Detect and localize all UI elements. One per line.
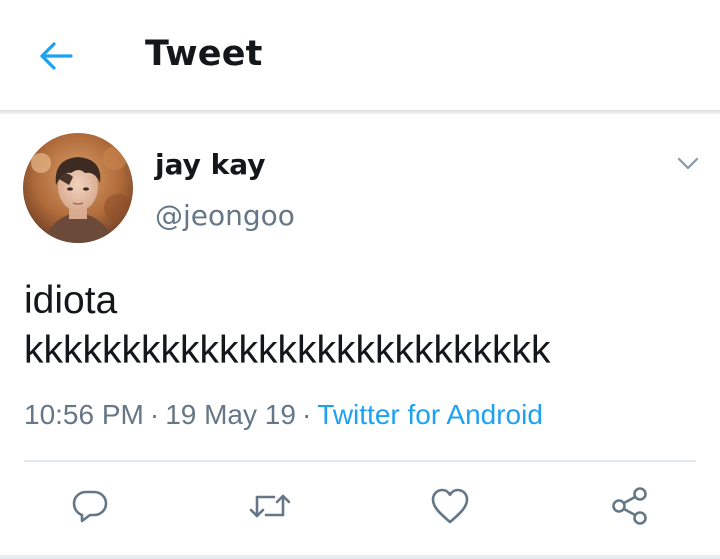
- retweet-icon: [248, 486, 292, 530]
- meta-separator: ·: [149, 399, 160, 430]
- reply-button[interactable]: [64, 482, 116, 534]
- author-handle[interactable]: @jeongoo: [155, 199, 295, 232]
- tweet-source-link[interactable]: Twitter for Android: [317, 399, 543, 430]
- reply-icon: [70, 486, 110, 530]
- avatar-image: [23, 133, 133, 243]
- share-icon: [609, 485, 651, 531]
- tweet-screen: Tweet jay kay @jeongoo idiota kkkkkkkkkk…: [0, 0, 720, 559]
- like-button[interactable]: [424, 482, 476, 534]
- chevron-down-icon: [677, 156, 699, 175]
- bottom-divider: [0, 555, 720, 559]
- header-divider: [0, 110, 720, 114]
- page-title: Tweet: [145, 34, 263, 74]
- author-name[interactable]: jay kay: [155, 148, 266, 181]
- meta-separator: ·: [301, 399, 312, 430]
- tweet-meta: 10:56 PM · 19 May 19 · Twitter for Android: [24, 399, 543, 431]
- heart-icon: [430, 487, 470, 529]
- arrow-left-icon: [38, 41, 74, 75]
- tweet-text: idiota kkkkkkkkkkkkkkkkkkkkkkkkkkk: [24, 279, 551, 372]
- avatar[interactable]: [23, 133, 133, 243]
- share-button[interactable]: [604, 482, 656, 534]
- tweet-menu-button[interactable]: [670, 150, 706, 180]
- tweet-time: 10:56 PM: [24, 399, 144, 430]
- actions-divider: [24, 460, 696, 462]
- back-button[interactable]: [30, 32, 82, 84]
- retweet-button[interactable]: [244, 482, 296, 534]
- tweet-date: 19 May 19: [165, 399, 296, 430]
- top-app-bar: Tweet: [0, 0, 720, 112]
